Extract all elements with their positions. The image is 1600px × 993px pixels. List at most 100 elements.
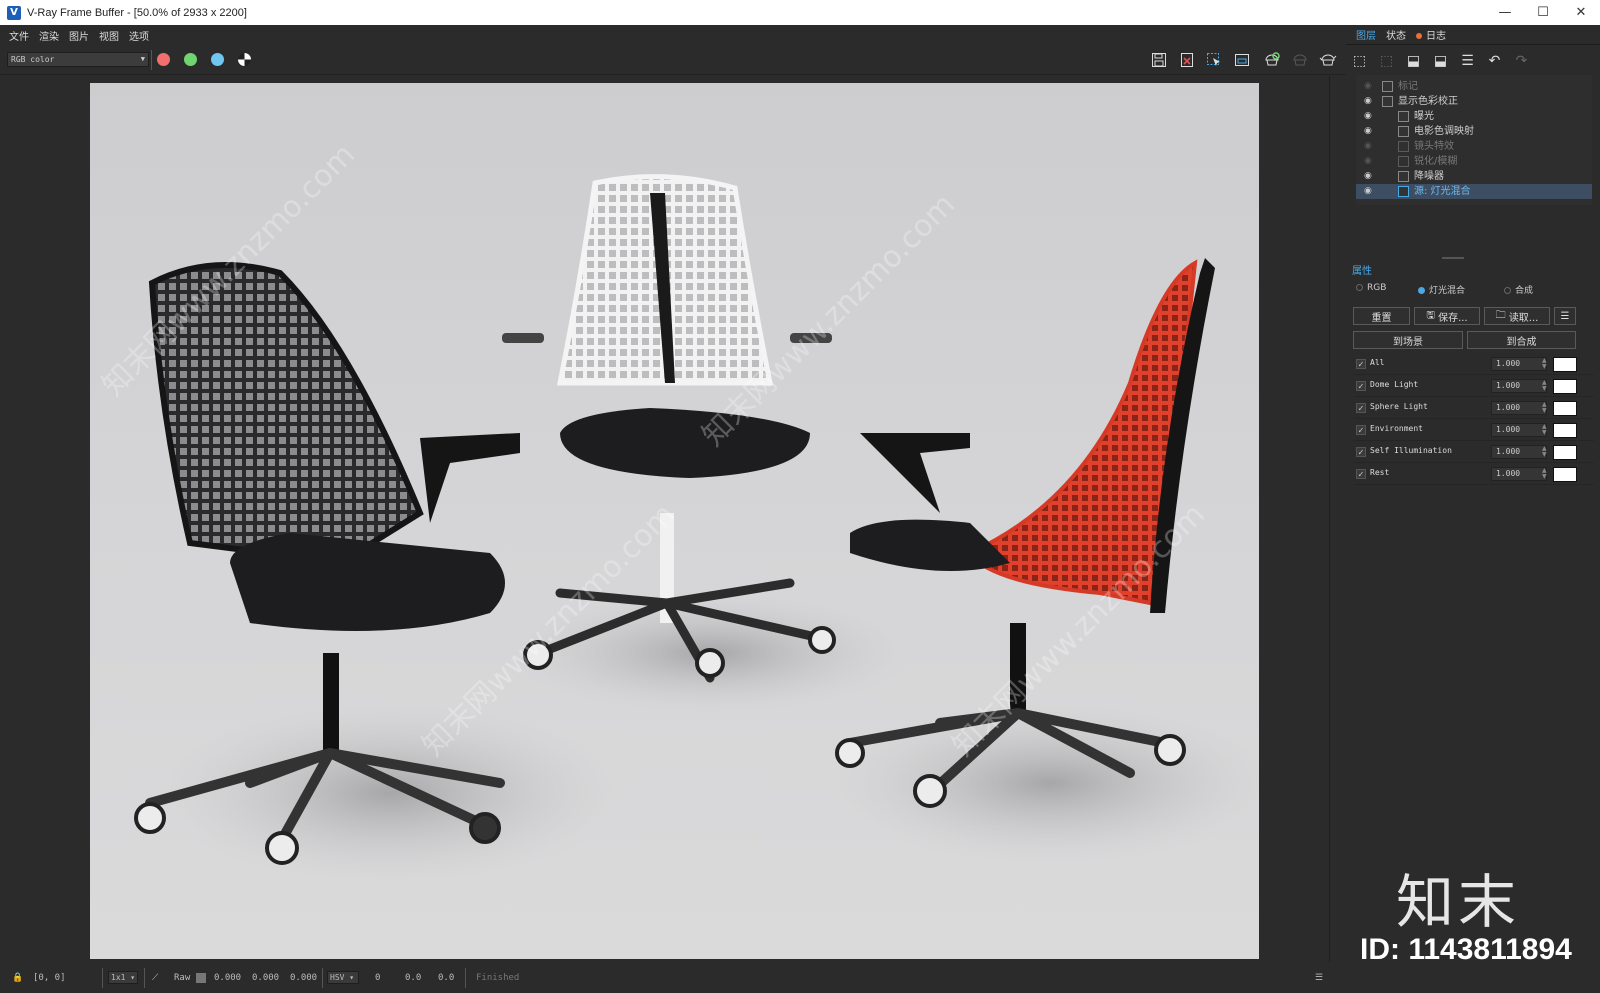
light-multiplier-input[interactable]: 1.000 — [1491, 423, 1547, 437]
minimize-button[interactable]: — — [1486, 0, 1524, 25]
light-color-swatch[interactable] — [1553, 401, 1577, 416]
red-channel-button[interactable] — [157, 53, 170, 66]
channel-select[interactable]: RGB color ▼ — [7, 52, 149, 67]
save-preset-button[interactable]: 🖫 保存... — [1414, 307, 1480, 325]
light-color-swatch[interactable] — [1553, 467, 1577, 482]
spinner-icon[interactable]: ▲ ▼ — [1542, 446, 1547, 458]
light-color-swatch[interactable] — [1553, 379, 1577, 394]
green-channel-button[interactable] — [184, 53, 197, 66]
layer-list-icon[interactable]: ☰ — [1454, 53, 1481, 69]
clear-image-icon[interactable] — [1176, 50, 1198, 70]
menu-image[interactable]: 图片 — [69, 28, 89, 43]
menu-view[interactable]: 视图 — [99, 28, 119, 43]
teapot-icon[interactable] — [1317, 50, 1339, 70]
value-h: 0 — [375, 973, 381, 983]
menu-options[interactable]: 选项 — [129, 28, 149, 43]
to-scene-button[interactable]: 到场景 — [1353, 331, 1463, 349]
mode-composite[interactable]: 合成 — [1504, 283, 1533, 296]
spinner-icon[interactable]: ▲ ▼ — [1542, 468, 1547, 480]
render-viewport[interactable]: 知末网www.znzmo.com 知末网www.znzmo.com 知末网www… — [0, 76, 1330, 962]
menu-file[interactable]: 文件 — [9, 28, 29, 43]
tab-stats[interactable]: 状态 — [1386, 27, 1406, 42]
divider — [102, 968, 103, 988]
light-multiplier-input[interactable]: 1.000 — [1491, 401, 1547, 415]
to-composite-button[interactable]: 到合成 — [1467, 331, 1576, 349]
layer-row[interactable]: ◉ 电影色调映射 — [1356, 124, 1592, 139]
layer-icon — [1382, 96, 1393, 107]
redo-icon[interactable]: ↷ — [1508, 53, 1535, 69]
light-multiplier-input[interactable]: 1.000 — [1491, 379, 1547, 393]
layer-row[interactable]: ◉ 锐化/模糊 — [1356, 154, 1592, 169]
delete-layer-icon[interactable]: ⬚ — [1373, 53, 1400, 69]
zoom-select-value: 1x1 — [111, 973, 126, 982]
save-icon: 🖫 — [1426, 309, 1439, 321]
layer-row[interactable]: ◉ 显示色彩校正 — [1356, 94, 1592, 109]
create-layer-icon[interactable]: ⬚ — [1346, 53, 1373, 69]
light-checkbox[interactable]: ✓ — [1356, 381, 1366, 391]
eye-icon[interactable]: ◉ — [1364, 169, 1376, 184]
spinner-icon[interactable]: ▲ ▼ — [1542, 424, 1547, 436]
eye-icon[interactable]: ◉ — [1364, 79, 1376, 94]
track-mouse-icon[interactable] — [1231, 50, 1253, 70]
layer-icon — [1398, 156, 1409, 167]
save-icon[interactable] — [1148, 50, 1170, 70]
maximize-button[interactable]: ☐ — [1524, 0, 1562, 25]
save-layers-icon[interactable]: ⬓ — [1400, 53, 1427, 69]
divider — [465, 968, 466, 988]
eye-icon[interactable]: ◉ — [1364, 139, 1376, 154]
watermark-logo: 知末 — [1396, 868, 1521, 936]
light-checkbox[interactable]: ✓ — [1356, 447, 1366, 457]
stop-render-icon[interactable] — [1289, 50, 1311, 70]
layer-icon — [1398, 141, 1409, 152]
spinner-icon[interactable]: ▲ ▼ — [1542, 380, 1547, 392]
layer-row[interactable]: ◉ 标记 — [1356, 79, 1592, 94]
light-checkbox[interactable]: ✓ — [1356, 359, 1366, 369]
light-color-swatch[interactable] — [1553, 357, 1577, 372]
light-checkbox[interactable]: ✓ — [1356, 425, 1366, 435]
render-icon[interactable] — [1261, 50, 1283, 70]
region-render-icon[interactable] — [1203, 50, 1225, 70]
layer-row[interactable]: ◉ 镜头特效 — [1356, 139, 1592, 154]
mode-lightmix[interactable]: 灯光混合 — [1418, 283, 1465, 296]
spinner-icon[interactable]: ▲ ▼ — [1542, 402, 1547, 414]
load-layers-icon[interactable]: ⬓ — [1427, 53, 1454, 69]
tab-layers[interactable]: 图层 — [1356, 27, 1376, 42]
layer-row[interactable]: ◉ 降噪器 — [1356, 169, 1592, 184]
load-preset-button[interactable]: 🗀 读取... — [1484, 307, 1550, 325]
properties-title: 属性 — [1352, 266, 1372, 277]
close-button[interactable]: ✕ — [1562, 0, 1600, 25]
light-row-rest: ✓ Rest 1.000 ▲ ▼ — [1354, 465, 1594, 485]
splitter-handle[interactable] — [1442, 257, 1464, 259]
load-preset-label: 读取... — [1508, 312, 1539, 324]
light-multiplier-input[interactable]: 1.000 — [1491, 467, 1547, 481]
alpha-channel-button[interactable] — [238, 53, 251, 66]
light-checkbox[interactable]: ✓ — [1356, 403, 1366, 413]
reset-button[interactable]: 重置 — [1353, 307, 1410, 325]
undo-icon[interactable]: ↶ — [1481, 53, 1508, 69]
blue-channel-button[interactable] — [211, 53, 224, 66]
light-row-sphere: ✓ Sphere Light 1.000 ▲ ▼ — [1354, 399, 1594, 419]
light-color-swatch[interactable] — [1553, 445, 1577, 460]
log-icon[interactable]: ☰ — [1315, 971, 1323, 985]
zoom-select[interactable]: 1x1 ▾ — [108, 971, 138, 984]
menu-render[interactable]: 渲染 — [39, 28, 59, 43]
eye-icon[interactable]: ◉ — [1364, 124, 1376, 139]
tab-log[interactable]: 日志 — [1416, 27, 1446, 42]
eye-icon[interactable]: ◉ — [1364, 109, 1376, 124]
eye-icon[interactable]: ◉ — [1364, 184, 1376, 199]
light-multiplier-input[interactable]: 1.000 — [1491, 445, 1547, 459]
spinner-icon[interactable]: ▲ ▼ — [1542, 358, 1547, 370]
eye-icon[interactable]: ◉ — [1364, 94, 1376, 109]
light-multiplier-input[interactable]: 1.000 — [1491, 357, 1547, 371]
list-menu-button[interactable]: ☰ — [1554, 307, 1576, 325]
eye-icon[interactable]: ◉ — [1364, 154, 1376, 169]
color-space-select[interactable]: HSV ▾ — [327, 971, 359, 984]
light-color-swatch[interactable] — [1553, 423, 1577, 438]
coords-lock-icon[interactable]: 🔒 — [12, 971, 23, 985]
layer-row[interactable]: ◉ 曝光 — [1356, 109, 1592, 124]
mode-rgb[interactable]: RGB — [1356, 283, 1386, 293]
color-picker-icon[interactable]: ⟋ — [152, 971, 158, 985]
light-checkbox[interactable]: ✓ — [1356, 469, 1366, 479]
light-name: Dome Light — [1370, 380, 1419, 389]
layer-row-selected[interactable]: ◉ 源: 灯光混合 — [1356, 184, 1592, 199]
